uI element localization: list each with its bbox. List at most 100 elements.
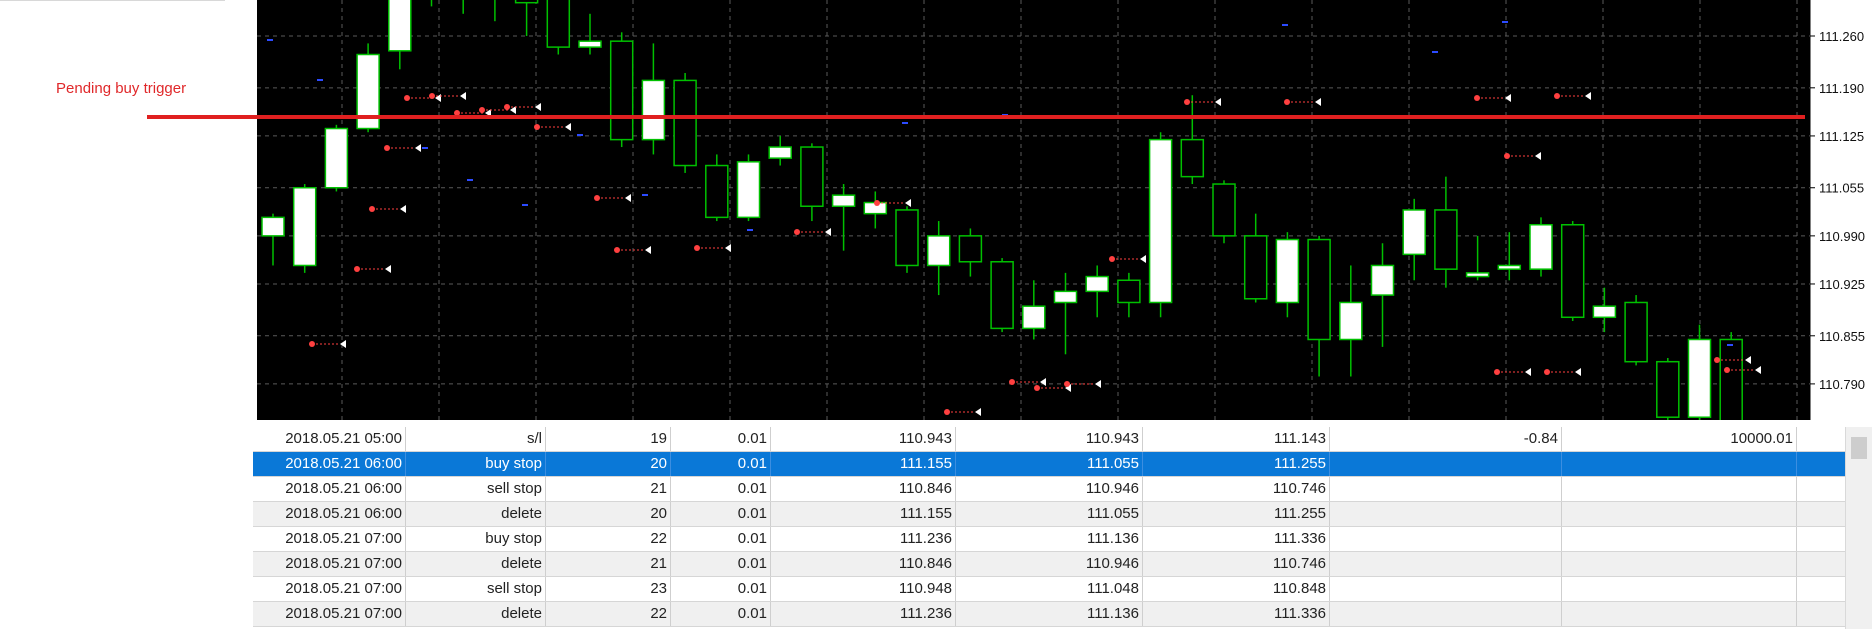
candle-body: [1339, 301, 1363, 341]
pending-buy-trigger-label: Pending buy trigger: [56, 80, 187, 97]
candle-body: [1370, 264, 1395, 296]
table-row[interactable]: 2018.05.21 07:00 delete 22 0.01 111.236 111.1…: [253, 602, 1845, 627]
candle-body: [1560, 224, 1585, 319]
cell-sl: 111.055: [956, 452, 1143, 476]
candle-body: [958, 235, 983, 263]
candle-body: [1402, 209, 1426, 256]
table-row[interactable]: 2018.05.21 07:00 buy stop 22 0.01 111.236 111…: [253, 527, 1845, 552]
cell-tp: 110.746: [1143, 552, 1330, 576]
cell-order: 19: [546, 427, 671, 451]
pending-buy-trigger-line: [147, 115, 1805, 119]
candle-body: [705, 164, 729, 219]
cell-time: 2018.05.21 07:00: [253, 527, 406, 551]
candlestick-chart-svg[interactable]: 111.260 111.190 111.125 111.055 110.990 110.9…: [257, 0, 1872, 420]
table-row[interactable]: 2018.05.21 07:00 sell stop 23 0.01 110.948 11…: [253, 577, 1845, 602]
table-row[interactable]: 2018.05.21 05:00 s/l 19 0.01 110.943 110.943 1…: [253, 427, 1845, 452]
price-tick-label: 110.855: [1819, 329, 1865, 344]
candle-body: [1117, 279, 1141, 304]
price-tick-label: 111.190: [1819, 81, 1864, 96]
candle-body: [1022, 305, 1046, 330]
cell-tp: 110.848: [1143, 577, 1330, 601]
candle-body: [292, 186, 317, 267]
cell-sl: 111.055: [956, 502, 1143, 526]
candle-body: [1719, 338, 1743, 420]
cell-time: 2018.05.21 06:00: [253, 502, 406, 526]
cell-balance: [1562, 577, 1797, 601]
candle-body: [895, 209, 919, 267]
cell-order: 20: [546, 502, 671, 526]
candle-body: [1465, 272, 1490, 278]
cell-type: buy stop: [406, 527, 546, 551]
cell-sl: 111.136: [956, 527, 1143, 551]
cell-volume: 0.01: [671, 552, 771, 576]
candle-body: [609, 40, 634, 141]
cell-tp: 111.143: [1143, 427, 1330, 451]
candle-body: [990, 261, 1014, 330]
cell-price: 111.236: [771, 527, 956, 551]
candle-body: [324, 127, 349, 189]
cell-order: 22: [546, 527, 671, 551]
candle-body: [1275, 238, 1300, 304]
candle-body: [1592, 305, 1617, 319]
cell-order: 23: [546, 577, 671, 601]
cell-volume: 0.01: [671, 452, 771, 476]
cell-sl: 111.048: [956, 577, 1143, 601]
cell-price: 111.155: [771, 502, 956, 526]
scrollbar-thumb[interactable]: [1851, 437, 1867, 459]
cell-volume: 0.01: [671, 502, 771, 526]
cell-order: 20: [546, 452, 671, 476]
table-row[interactable]: 2018.05.21 07:00 delete 21 0.01 110.846 110.9…: [253, 552, 1845, 577]
candle-body: [1656, 360, 1680, 418]
cell-balance: [1562, 527, 1797, 551]
cell-balance: [1562, 602, 1797, 626]
candle-body: [1307, 238, 1331, 341]
cell-sl: 110.943: [956, 427, 1143, 451]
cell-price: 110.948: [771, 577, 956, 601]
cell-tp: 111.255: [1143, 502, 1330, 526]
cell-volume: 0.01: [671, 527, 771, 551]
cell-profit: [1330, 602, 1562, 626]
candle-body: [1053, 290, 1078, 304]
candle-body: [546, 0, 571, 48]
price-tick-label: 111.260: [1819, 29, 1864, 44]
cell-volume: 0.01: [671, 602, 771, 626]
price-tick-label: 110.790: [1819, 377, 1865, 392]
cell-time: 2018.05.21 07:00: [253, 552, 406, 576]
price-axis-area: [1810, 0, 1872, 420]
candle-body: [578, 40, 602, 48]
cell-order: 21: [546, 552, 671, 576]
cell-profit: [1330, 477, 1562, 501]
cell-volume: 0.01: [671, 477, 771, 501]
candle-body: [1529, 224, 1553, 270]
price-tick-label: 111.055: [1819, 181, 1864, 196]
cell-sl: 110.946: [956, 552, 1143, 576]
table-row[interactable]: 2018.05.21 06:00 sell stop 21 0.01 110.846 11…: [253, 477, 1845, 502]
cell-balance: [1562, 502, 1797, 526]
cell-order: 22: [546, 602, 671, 626]
candle-body: [514, 0, 539, 4]
cell-type: buy stop: [406, 452, 546, 476]
price-tick-label: 111.125: [1819, 129, 1864, 144]
cell-type: sell stop: [406, 477, 546, 501]
table-row[interactable]: 2018.05.21 06:00 delete 20 0.01 111.155 111.0…: [253, 502, 1845, 527]
cell-profit: [1330, 577, 1562, 601]
price-tick-label: 110.925: [1819, 277, 1865, 292]
candle-body: [800, 146, 824, 207]
cell-balance: [1562, 477, 1797, 501]
price-chart[interactable]: 111.260 111.190 111.125 111.055 110.990 110.9…: [257, 0, 1872, 420]
cell-type: delete: [406, 502, 546, 526]
trade-journal-table[interactable]: 2018.05.21 05:00 s/l 19 0.01 110.943 110.943 1…: [253, 427, 1845, 629]
cell-volume: 0.01: [671, 427, 771, 451]
candle-body: [1212, 183, 1236, 237]
journal-vertical-scrollbar[interactable]: [1845, 427, 1872, 629]
candle-body: [1243, 235, 1268, 300]
table-row[interactable]: 2018.05.21 06:00 buy stop 20 0.01 111.155 111…: [253, 452, 1845, 477]
candle-body: [261, 216, 285, 237]
candle-body: [926, 235, 951, 267]
cell-tp: 111.255: [1143, 452, 1330, 476]
cell-time: 2018.05.21 06:00: [253, 452, 406, 476]
cell-profit: -0.84: [1330, 427, 1562, 451]
cell-profit: [1330, 502, 1562, 526]
cell-tp: 111.336: [1143, 602, 1330, 626]
chart-plot-area: [257, 0, 1810, 420]
